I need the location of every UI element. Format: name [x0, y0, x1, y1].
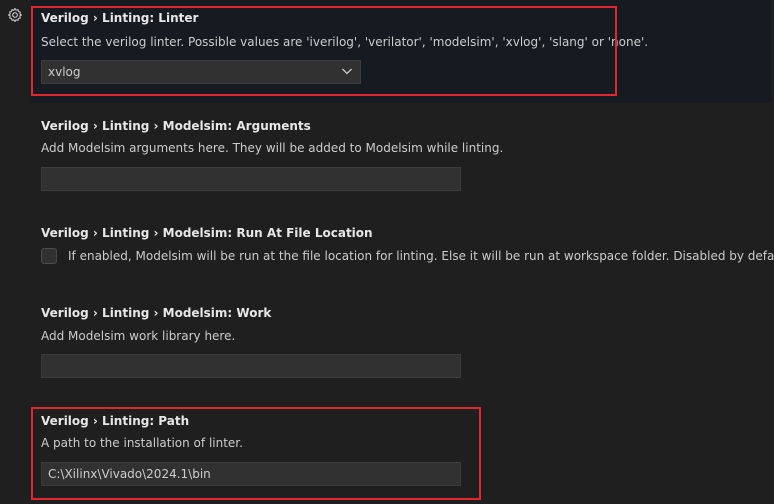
- modelsim-arguments-input[interactable]: [41, 167, 461, 191]
- setting-title: Verilog › Linting › Modelsim: Work: [41, 306, 272, 320]
- checkbox-label: If enabled, Modelsim will be run at the …: [68, 249, 774, 263]
- highlight-box-linter: [31, 6, 617, 96]
- setting-modelsim-run-at-file-location: Verilog › Linting › Modelsim: Run At Fil…: [31, 216, 774, 296]
- run-at-file-location-checkbox[interactable]: [41, 248, 57, 264]
- modelsim-work-input[interactable]: [41, 354, 461, 378]
- setting-description: Add Modelsim work library here.: [41, 329, 236, 343]
- setting-description: Add Modelsim arguments here. They will b…: [41, 141, 504, 155]
- setting-modelsim-work: Verilog › Linting › Modelsim: Work Add M…: [31, 296, 771, 396]
- highlight-box-path: [31, 407, 481, 500]
- setting-modelsim-arguments: Verilog › Linting › Modelsim: Arguments …: [31, 108, 771, 208]
- setting-title: Verilog › Linting › Modelsim: Arguments: [41, 119, 311, 133]
- setting-title: Verilog › Linting › Modelsim: Run At Fil…: [41, 226, 373, 240]
- gear-icon[interactable]: [7, 7, 23, 23]
